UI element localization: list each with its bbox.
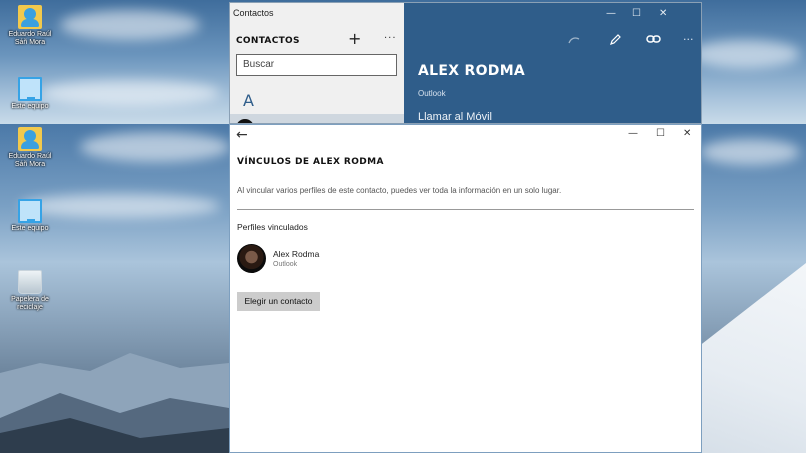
links-window: ← — ☐ ✕ VÍNCULOS DE ALEX RODMA Al vincul… xyxy=(229,124,702,453)
share-icon[interactable] xyxy=(568,35,580,45)
call-mobile-link[interactable]: Llamar al Móvil xyxy=(418,111,492,123)
close-button[interactable]: ✕ xyxy=(683,128,691,139)
linked-profiles-label: Perfiles vinculados xyxy=(237,222,308,232)
desktop-icon-user-bottom[interactable]: Eduardo Raúl Sáñ Mora xyxy=(2,127,58,169)
maximize-button[interactable]: ☐ xyxy=(632,8,641,19)
desktop-icon-label: Eduardo Raúl Sáñ Mora xyxy=(8,153,52,168)
search-input[interactable]: Buscar xyxy=(236,54,397,76)
window-title: Contactos xyxy=(233,8,274,18)
contacts-list-pane: Contactos CONTACTOS + ··· Buscar A xyxy=(230,3,404,123)
desktop-icon-label: Este equipo xyxy=(11,225,49,232)
group-letter-header[interactable]: A xyxy=(243,91,254,110)
recycle-bin-icon xyxy=(18,270,42,294)
desktop-icon-user-top[interactable]: Eduardo Raúl Sáñ Mora xyxy=(2,5,58,47)
maximize-button[interactable]: ☐ xyxy=(656,128,665,139)
close-button[interactable]: ✕ xyxy=(659,8,667,19)
desktop-icon-recycle-bin[interactable]: Papelera de reciclaje xyxy=(2,270,58,312)
back-arrow-icon[interactable]: ← xyxy=(236,127,248,143)
contact-name: ALEX RODMA xyxy=(418,63,526,79)
divider xyxy=(237,209,694,210)
contact-source: Outlook xyxy=(418,89,446,98)
minimize-button[interactable]: — xyxy=(606,8,616,19)
linked-profile-item[interactable]: Alex Rodma Outlook xyxy=(237,244,537,274)
user-folder-icon xyxy=(18,5,42,29)
page-description: Al vincular varios perfiles de este cont… xyxy=(237,186,562,195)
computer-icon xyxy=(18,77,42,101)
link-icon[interactable] xyxy=(646,34,661,44)
detail-more-button[interactable]: ··· xyxy=(683,33,694,46)
add-contact-button[interactable]: + xyxy=(348,31,361,47)
edit-icon[interactable] xyxy=(609,33,622,46)
desktop-icon-label: Eduardo Raúl Sáñ Mora xyxy=(8,31,52,46)
user-folder-icon xyxy=(18,127,42,151)
page-title: VÍNCULOS DE ALEX RODMA xyxy=(237,157,384,167)
contacts-heading: CONTACTOS xyxy=(236,36,300,46)
choose-contact-button[interactable]: Elegir un contacto xyxy=(237,292,320,311)
desktop-icon-computer-bottom[interactable]: Este equipo xyxy=(2,199,58,233)
desktop-icon-label: Este equipo xyxy=(11,103,49,110)
contact-detail-pane: ··· — ☐ ✕ ALEX RODMA Outlook Llamar al M… xyxy=(404,3,701,123)
linked-profile-source: Outlook xyxy=(273,261,298,268)
desktop-icon-computer-top[interactable]: Este equipo xyxy=(2,77,58,111)
computer-icon xyxy=(18,199,42,223)
desktop-icon-label: Papelera de reciclaje xyxy=(11,296,49,311)
avatar xyxy=(237,244,266,273)
selected-contact-row[interactable] xyxy=(230,114,404,123)
linked-profile-name: Alex Rodma xyxy=(273,249,320,259)
contacts-window: Contactos CONTACTOS + ··· Buscar A ··· —… xyxy=(229,2,702,124)
minimize-button[interactable]: — xyxy=(628,128,638,139)
more-options-button[interactable]: ··· xyxy=(384,33,397,44)
